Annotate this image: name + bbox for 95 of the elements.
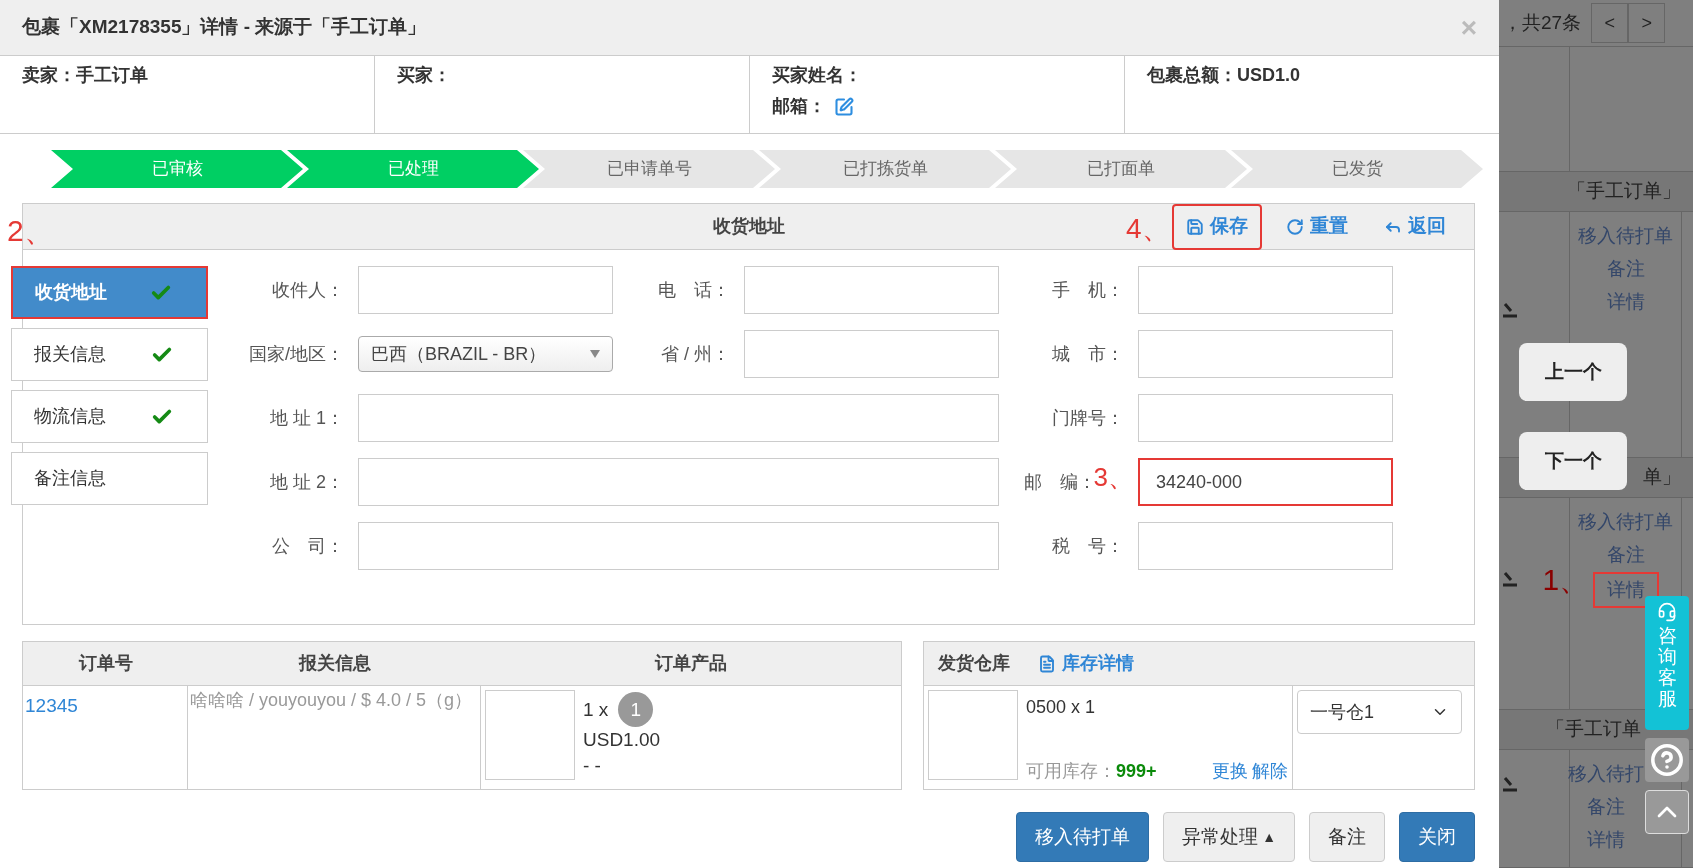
field-label: 城 市： [1052,342,1124,366]
column-header: 报关信息 [297,652,372,675]
row-action-link[interactable]: 移入待打 [1567,763,1644,784]
input-field[interactable] [744,266,999,314]
row-action-link[interactable]: 备注 [1606,258,1645,279]
panel-action-link[interactable]: 重置 [1274,203,1360,250]
footer-button[interactable]: 备注 [1309,812,1385,862]
help-icon [1650,743,1684,777]
edit-icon[interactable] [834,96,854,117]
nav-button[interactable]: 上一个 [1519,343,1627,401]
refresh-icon [1286,217,1304,236]
help-button[interactable] [1645,738,1689,782]
input-field[interactable] [1138,266,1393,314]
input-field[interactable] [744,330,999,378]
input-field[interactable] [358,266,613,314]
annotation-number: 2、 [7,213,54,249]
pen-mark-icon [1503,301,1519,318]
row-action-link[interactable]: 备注 [1586,796,1625,817]
note-text: - - [583,754,602,778]
order-link[interactable]: 12345 [25,695,78,716]
stock-details-link[interactable]: 库存详情 [1038,650,1134,677]
field-label: 国家/地区： [249,342,344,366]
panel-title: 收货地址 [712,215,785,238]
warehouse-select[interactable]: 一号仓1 [1297,690,1462,734]
info-text: 卖家：手工订单 [22,64,148,87]
quantity-text: 1 x [583,697,609,722]
side-tab[interactable]: 备注信息 [11,452,208,505]
dialog-title: 包裹「XM2178355」详情 - 来源于「手工订单」 [22,15,428,40]
column-header: 订单产品 [653,652,728,675]
progress-step: 已发货 [1231,150,1483,188]
price-text: USD1.00 [583,728,661,752]
support-tab[interactable]: 咨询客服 [1645,596,1689,730]
progress-step: 已处理 [287,150,539,188]
customs-text: 啥啥啥 / youyouyou / $ 4.0 / 5（g） [190,690,473,710]
info-text: 包裹总额：USD1.0 [1147,64,1301,87]
panel-action-link[interactable]: 返回 [1372,203,1458,250]
nav-button[interactable]: 下一个 [1519,432,1627,490]
field-label: 收件人： [272,278,344,302]
stock-action-link[interactable]: 更换 [1212,758,1248,785]
info-text: 买家： [397,64,451,87]
stock-action-link[interactable]: 解除 [1252,758,1288,785]
pager-button[interactable]: > [1628,3,1666,43]
input-field[interactable] [358,522,999,570]
document-icon [1038,654,1056,673]
field-label: 地 址 2： [270,470,344,494]
pager-button[interactable]: < [1591,3,1629,43]
row-action-link[interactable]: 移入待打单 [1578,225,1673,246]
save-icon [1186,217,1204,236]
field-label: 省 / 州： [661,342,730,366]
info-text: 邮箱： [772,95,826,118]
count-badge: 1 [618,692,654,727]
scroll-top-button[interactable] [1645,790,1689,834]
progress-step: 已打拣货单 [759,150,1011,188]
footer-button[interactable]: 移入待打单 [1016,812,1150,862]
caret-icon [590,350,600,358]
field-label: 公 司： [272,534,344,558]
field-label: 电 话： [658,278,730,302]
warehouse-title: 发货仓库 [938,652,1010,675]
annotation-number: 1、 [1542,564,1590,596]
stock-count: 999+ [1116,760,1158,783]
input-field[interactable] [1138,522,1393,570]
footer-button[interactable]: 关闭 [1399,812,1475,862]
headset-icon [1657,602,1677,622]
panel-action-link[interactable]: 保存 [1172,203,1262,250]
row-action-link[interactable]: 详情 [1586,829,1625,850]
input-field[interactable] [1138,330,1393,378]
sku-text: 0500 x 1 [1026,696,1097,719]
footer-button[interactable]: 异常处理 ▲ [1163,812,1295,862]
side-tab[interactable]: 报关信息 [11,328,208,381]
order-group-header: 「手工订单」 [1499,172,1693,212]
field-label: 地 址 1： [270,406,344,430]
annotation-number: 3、 [1093,464,1134,490]
side-tab[interactable]: 物流信息 [11,390,208,443]
row-action-link[interactable]: 移入待打单 [1578,511,1673,532]
input-field[interactable] [358,394,999,442]
input-field[interactable] [1138,394,1393,442]
progress-step: 已申请单号 [523,150,775,188]
field-label: 手 机： [1052,278,1124,302]
info-text: 买家姓名： [772,64,862,87]
field-label: 税 号： [1052,534,1124,558]
pager-text: ，共27条 [1503,10,1582,35]
input-field[interactable] [358,458,999,506]
country-select[interactable]: 巴西（BRAZIL - BR） [358,336,613,372]
row-action-link[interactable]: 详情 [1606,291,1645,312]
annotation-number: 4、 [1126,212,1170,246]
stock-label: 可用库存： [1026,760,1116,783]
row-action-link[interactable]: 备注 [1606,544,1645,565]
pen-mark-icon [1503,775,1519,792]
side-tab[interactable]: 收货地址 [11,266,208,319]
input-field[interactable]: 34240-000 [1138,458,1393,506]
pen-mark-icon [1503,570,1519,587]
field-label: 门牌号： [1052,406,1124,430]
column-header: 订单号 [77,652,134,675]
progress-step: 已审核 [51,150,303,188]
progress-step: 已打面单 [995,150,1247,188]
